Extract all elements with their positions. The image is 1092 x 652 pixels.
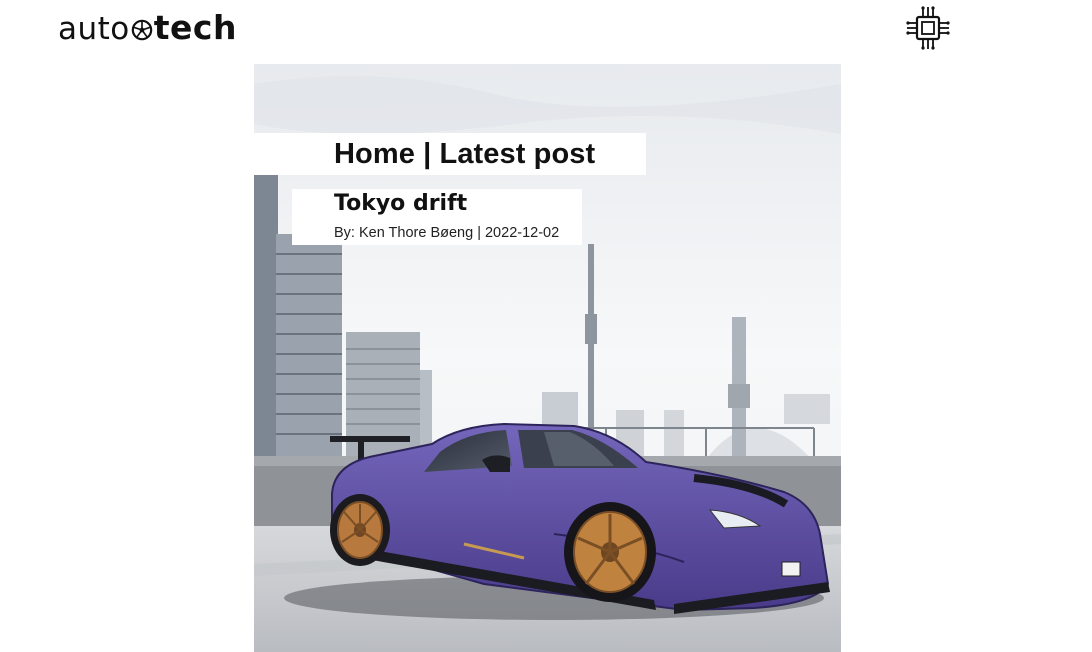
circuit-chip-icon[interactable]: [904, 4, 952, 52]
post-title[interactable]: Tokyo drift: [334, 191, 467, 216]
post-info-card: Tokyo drift By: Ken Thore Bøeng | 2022-1…: [292, 189, 582, 245]
breadcrumb-text[interactable]: Home | Latest post: [334, 138, 595, 171]
post-meta: By: Ken Thore Bøeng | 2022-12-02: [334, 225, 560, 241]
wheel-icon: [131, 19, 153, 41]
logo-text-tech: tech: [153, 8, 237, 47]
logo-text-auto: auto: [58, 11, 130, 47]
site-header: auto tech: [0, 0, 1092, 64]
site-logo[interactable]: auto tech: [58, 8, 237, 49]
breadcrumb: Home | Latest post: [254, 133, 646, 175]
